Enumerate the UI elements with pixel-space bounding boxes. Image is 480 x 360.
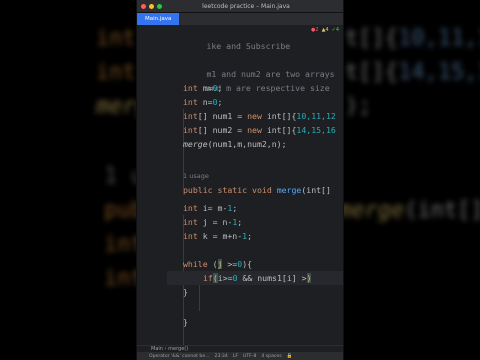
- backdrop-row-2: int: [96, 60, 136, 85]
- backdrop-text: merge: [338, 198, 405, 223]
- window-title: leetcode practice – Main.java: [202, 2, 290, 10]
- code-text: >=: [222, 259, 238, 269]
- code-line: and m are respective size: [167, 67, 329, 93]
- status-message[interactable]: Operator '&&' cannot be...: [149, 354, 210, 359]
- code-line: public static void merge(int[]: [183, 183, 331, 197]
- code-text: ){: [242, 259, 253, 269]
- code-line: merge(num1,m,num2,n);: [183, 137, 287, 151]
- lock-icon[interactable]: 🔓: [287, 354, 293, 359]
- keyword: int: [183, 83, 198, 93]
- zoom-window-button[interactable]: [157, 3, 162, 9]
- code-line: int n=0;: [183, 95, 222, 109]
- code-line: int j = n-1;: [183, 215, 242, 229]
- keyword: int: [183, 125, 198, 135]
- backdrop-text: int: [96, 26, 136, 51]
- usage-hint[interactable]: 1 usage: [183, 169, 209, 183]
- keyword: static: [217, 185, 248, 195]
- keyword: int: [183, 217, 198, 227]
- keyword: int: [183, 231, 198, 241]
- backdrop-row-5-right: merge(int[]: [338, 198, 480, 223]
- code-text: && nums1[i] >: [237, 273, 307, 283]
- backdrop-row-2-right: t[]{14,15,16: [345, 60, 480, 85]
- keyword: new: [247, 125, 262, 135]
- keyword: int: [183, 97, 198, 107]
- ide-window: leetcode practice – Main.java Main.java …: [137, 0, 343, 360]
- code-text: k = m+n-: [197, 231, 243, 241]
- backdrop-row-1-right: t[]{10,11,12: [345, 26, 480, 51]
- title-bar: leetcode practice – Main.java: [137, 0, 343, 13]
- close-window-button[interactable]: [141, 3, 146, 9]
- code-text: (num1,m,num2,n);: [207, 139, 287, 149]
- backdrop-text: 14,15,16: [397, 60, 480, 85]
- minimize-window-button[interactable]: [149, 3, 154, 9]
- code-text: n=: [197, 97, 213, 107]
- window-controls: [137, 3, 179, 9]
- code-line: while (j >=0){: [183, 257, 252, 271]
- code-text: }: [183, 317, 188, 327]
- keyword: while: [183, 259, 208, 269]
- code-line: }: [183, 285, 188, 299]
- code-comment: ike and Subscribe: [206, 41, 291, 51]
- code-text: (int[]: [301, 185, 331, 195]
- keyword: void: [252, 185, 272, 195]
- code-text: ;: [217, 83, 223, 93]
- backdrop-text: t[]{: [345, 26, 398, 51]
- code-line: int k = m+n-1;: [183, 229, 252, 243]
- code-line: m1 and num2 are two arrays: [167, 53, 334, 79]
- keyword: if: [203, 273, 213, 283]
- code-text: }: [183, 287, 188, 297]
- number-literal: 14,15,16: [296, 125, 336, 135]
- code-text: [] num1 =: [197, 111, 248, 121]
- method-call: merge: [183, 139, 208, 149]
- backdrop-text: 10,11,12: [397, 26, 480, 51]
- code-text: j = n-: [197, 217, 233, 227]
- backdrop-text: t[]{: [345, 60, 398, 85]
- backdrop-text: );: [345, 94, 372, 119]
- line-gutter: [137, 25, 165, 345]
- code-line: }: [183, 315, 188, 329]
- code-text: ;: [247, 231, 253, 241]
- code-comment: and m are respective size: [206, 83, 330, 93]
- code-text: ;: [232, 203, 238, 213]
- backdrop-text: int: [96, 60, 136, 85]
- code-line: int[] num1 = new int[]{10,11,12: [183, 109, 336, 123]
- file-encoding[interactable]: UTF-8: [243, 354, 256, 359]
- code-text: ;: [217, 97, 223, 107]
- tab-main-java[interactable]: Main.java: [137, 13, 180, 25]
- number-literal: 10,11,12: [296, 111, 336, 121]
- keyword: new: [247, 111, 262, 121]
- code-line: ike and Subscribe: [167, 25, 290, 51]
- keyword: int: [183, 203, 198, 213]
- code-line: int i= m-1;: [183, 201, 237, 215]
- line-separator[interactable]: LF: [233, 354, 238, 359]
- current-code-line: if(i>=0 && nums1[i] >): [167, 271, 343, 285]
- caret-position[interactable]: 23:34: [215, 354, 228, 359]
- code-text: (: [207, 259, 218, 269]
- code-text: i= m-: [197, 203, 228, 213]
- method-name: merge: [276, 185, 302, 195]
- backdrop-row-3-right: );: [345, 94, 372, 119]
- keyword: public: [183, 185, 213, 195]
- backdrop-text: (int[]: [404, 198, 480, 223]
- code-area[interactable]: ike and Subscribe m1 and num2 are two ar…: [167, 25, 343, 345]
- code-text: int[]{: [261, 125, 297, 135]
- indent-setting[interactable]: 4 spaces: [261, 354, 281, 359]
- code-line: int[] num2 = new int[]{14,15,16: [183, 123, 336, 137]
- backdrop-row-1: int: [96, 26, 136, 51]
- code-text: ;: [237, 217, 243, 227]
- code-editor[interactable]: ●2 ▲4 ✓4 ike and Subscribe m1 and num2 a…: [137, 25, 343, 345]
- code-text: m=: [197, 83, 213, 93]
- keyword: int: [183, 111, 198, 121]
- code-text: [] num2 =: [197, 125, 248, 135]
- code-text: int[]{: [261, 111, 297, 121]
- code-line: int m=0;: [183, 81, 222, 95]
- status-bar: Operator '&&' cannot be... 23:34 LF UTF-…: [137, 352, 343, 360]
- text-caret: ): [306, 273, 312, 283]
- code-text: i>=: [217, 273, 233, 283]
